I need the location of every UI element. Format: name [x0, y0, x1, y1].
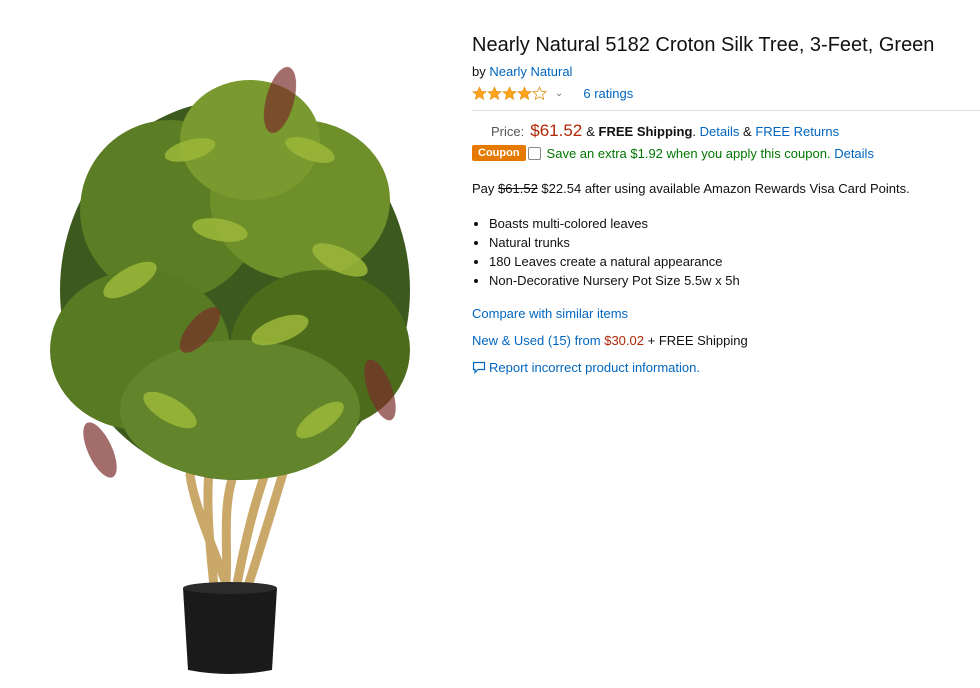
- new-used-row: New & Used (15) from $30.02 + FREE Shipp…: [472, 333, 980, 348]
- price-value: $61.52: [530, 121, 583, 140]
- report-row: Report incorrect product information.: [472, 360, 980, 375]
- pay-prefix: Pay: [472, 181, 495, 196]
- period: .: [692, 124, 697, 139]
- list-item: Non-Decorative Nursery Pot Size 5.5w x 5…: [489, 271, 980, 290]
- star-rating[interactable]: [472, 85, 547, 101]
- new-price: $22.54: [541, 181, 582, 196]
- rewards-pay-row: Pay $61.52 $22.54 after using available …: [472, 181, 980, 196]
- amp: &: [586, 124, 595, 139]
- feature-bullets: Boasts multi-colored leaves Natural trun…: [472, 214, 980, 290]
- free-returns-link[interactable]: FREE Returns: [755, 124, 839, 139]
- old-price: $61.52: [498, 181, 538, 196]
- star-full-icon: [472, 85, 487, 100]
- used-price-link[interactable]: $30.02: [604, 333, 644, 348]
- divider: [472, 110, 980, 111]
- list-item: Natural trunks: [489, 233, 980, 252]
- product-title: Nearly Natural 5182 Croton Silk Tree, 3-…: [472, 34, 935, 56]
- star-full-icon: [487, 85, 502, 100]
- rating-row: ⌄ 6 ratings: [472, 84, 980, 102]
- by-prefix: by: [472, 64, 486, 79]
- ratings-count-link[interactable]: 6 ratings: [583, 86, 633, 101]
- list-item: Boasts multi-colored leaves: [489, 214, 980, 233]
- croton-tree-illustration: [50, 66, 410, 674]
- star-empty-icon: [532, 85, 547, 100]
- compare-row: Compare with similar items: [472, 306, 980, 321]
- brand-link[interactable]: Nearly Natural: [489, 64, 572, 79]
- speech-bubble-icon: [472, 361, 486, 374]
- product-image[interactable]: [20, 30, 440, 680]
- price-row: Price: $61.52 & FREE Shipping. Details &…: [472, 121, 980, 141]
- shipping-details-link[interactable]: Details: [700, 124, 740, 139]
- chevron-down-icon[interactable]: ⌄: [555, 88, 563, 99]
- price-label: Price:: [491, 124, 525, 139]
- free-shipping-text: FREE Shipping: [598, 124, 693, 139]
- byline: by Nearly Natural: [472, 64, 980, 80]
- coupon-text: Save an extra $1.92 when you apply this …: [546, 145, 831, 161]
- compare-link[interactable]: Compare with similar items: [472, 306, 628, 321]
- list-item: 180 Leaves create a natural appearance: [489, 252, 980, 271]
- coupon-badge: Coupon: [472, 145, 526, 161]
- used-shipping: + FREE Shipping: [647, 333, 748, 348]
- coupon-details-link[interactable]: Details: [834, 146, 874, 161]
- coupon-row: Coupon Save an extra $1.92 when you appl…: [472, 145, 980, 161]
- coupon-checkbox[interactable]: [527, 146, 541, 160]
- pay-suffix: after using available Amazon Rewards Vis…: [584, 181, 910, 196]
- star-full-icon: [517, 85, 532, 100]
- product-info: Nearly Natural 5182 Croton Silk Tree, 3-…: [472, 30, 980, 375]
- amp2: &: [743, 124, 752, 139]
- star-full-icon: [502, 85, 517, 100]
- new-used-link[interactable]: New & Used (15) from: [472, 333, 601, 348]
- report-link[interactable]: Report incorrect product information.: [489, 360, 700, 375]
